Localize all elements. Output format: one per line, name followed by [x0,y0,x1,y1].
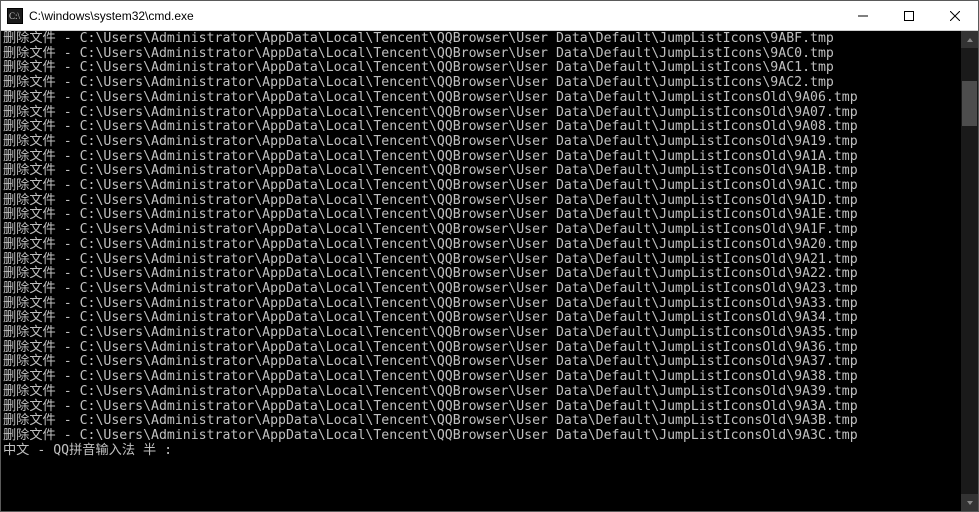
console-line: 删除文件 - C:\Users\Administrator\AppData\Lo… [3,311,959,326]
window-title: C:\windows\system32\cmd.exe [29,9,840,23]
svg-text:C:\: C:\ [9,11,21,21]
window-controls [840,1,978,30]
console-line: 删除文件 - C:\Users\Administrator\AppData\Lo… [3,223,959,238]
console-line: 删除文件 - C:\Users\Administrator\AppData\Lo… [3,135,959,150]
console-line: 删除文件 - C:\Users\Administrator\AppData\Lo… [3,370,959,385]
console-line: 删除文件 - C:\Users\Administrator\AppData\Lo… [3,76,959,91]
console-line: 删除文件 - C:\Users\Administrator\AppData\Lo… [3,208,959,223]
titlebar[interactable]: C:\ C:\windows\system32\cmd.exe [1,1,978,31]
console-line: 删除文件 - C:\Users\Administrator\AppData\Lo… [3,61,959,76]
console-output[interactable]: 删除文件 - C:\Users\Administrator\AppData\Lo… [1,31,961,511]
console-line: 删除文件 - C:\Users\Administrator\AppData\Lo… [3,355,959,370]
cmd-icon: C:\ [7,8,23,24]
console-line: 删除文件 - C:\Users\Administrator\AppData\Lo… [3,238,959,253]
minimize-button[interactable] [840,1,886,30]
console-line: 删除文件 - C:\Users\Administrator\AppData\Lo… [3,179,959,194]
console-line: 删除文件 - C:\Users\Administrator\AppData\Lo… [3,429,959,444]
cmd-window: C:\ C:\windows\system32\cmd.exe 删除文件 - C… [0,0,979,512]
console-area: 删除文件 - C:\Users\Administrator\AppData\Lo… [1,31,978,511]
close-button[interactable] [932,1,978,30]
console-line: 删除文件 - C:\Users\Administrator\AppData\Lo… [3,32,959,47]
scroll-down-button[interactable] [961,494,978,511]
console-line: 删除文件 - C:\Users\Administrator\AppData\Lo… [3,326,959,341]
console-line: 删除文件 - C:\Users\Administrator\AppData\Lo… [3,164,959,179]
scroll-thumb[interactable] [962,81,977,126]
vertical-scrollbar[interactable] [961,31,978,511]
console-line: 删除文件 - C:\Users\Administrator\AppData\Lo… [3,385,959,400]
console-line: 删除文件 - C:\Users\Administrator\AppData\Lo… [3,282,959,297]
maximize-button[interactable] [886,1,932,30]
console-line: 删除文件 - C:\Users\Administrator\AppData\Lo… [3,91,959,106]
console-line: 删除文件 - C:\Users\Administrator\AppData\Lo… [3,106,959,121]
console-line: 删除文件 - C:\Users\Administrator\AppData\Lo… [3,414,959,429]
ime-status-line: 中文 - QQ拼音输入法 半 : [3,444,959,459]
console-line: 删除文件 - C:\Users\Administrator\AppData\Lo… [3,267,959,282]
console-line: 删除文件 - C:\Users\Administrator\AppData\Lo… [3,120,959,135]
scroll-up-button[interactable] [961,31,978,48]
